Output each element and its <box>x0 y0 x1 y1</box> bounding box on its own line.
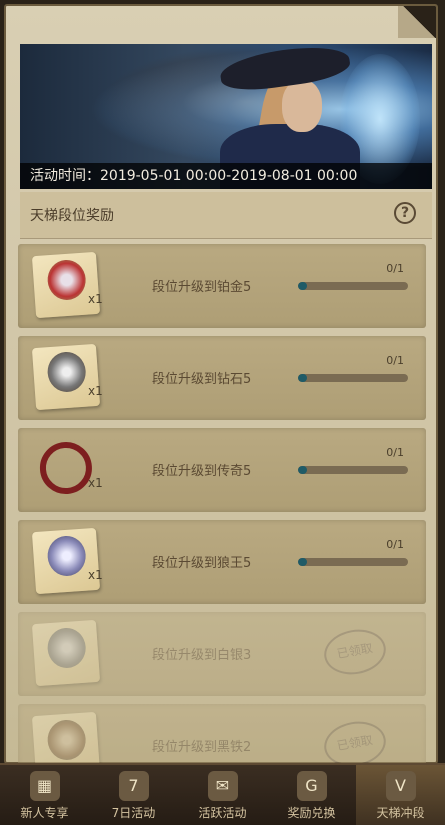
task-label: 段位升级到狼王5 <box>152 556 252 571</box>
exchange-icon: G <box>296 771 327 801</box>
reward-quantity: x1 <box>88 476 103 490</box>
iron-avatar-icon <box>46 718 87 762</box>
task-label: 段位升级到传奇5 <box>152 464 252 479</box>
task-progress-fill <box>298 374 307 382</box>
nav-tab-newcomer[interactable]: ▦ 新人专享 <box>0 765 89 825</box>
bottom-nav: ▦ 新人专享 7 7日活动 ✉ 活跃活动 G 奖励兑换 V 天梯冲段 <box>0 763 445 825</box>
section-title: 天梯段位奖励 <box>30 208 114 224</box>
nav-tab-exchange[interactable]: G 奖励兑换 <box>267 765 356 825</box>
nav-tab-label: 7日活动 <box>111 806 156 820</box>
task-label: 段位升级到黑铁2 <box>152 740 252 755</box>
task-progress-text: 0/1 <box>386 262 404 275</box>
nav-tab-ladder[interactable]: V 天梯冲段 <box>356 765 445 825</box>
nav-tab-7day[interactable]: 7 7日活动 <box>89 765 178 825</box>
task-progress-bar <box>298 374 408 382</box>
event-time: 活动时间：2019-05-01 00:00-2019-08-01 00:00 <box>20 163 432 189</box>
reward-scroll-icon <box>31 527 101 595</box>
reward-frame-icon <box>32 436 100 502</box>
nav-tab-label: 奖励兑换 <box>287 806 336 820</box>
task-progress-fill <box>298 466 307 474</box>
ticket-icon: ✉ <box>207 771 238 801</box>
task-progress-bar <box>298 558 408 566</box>
nav-tab-label: 天梯冲段 <box>376 806 425 820</box>
claimed-stamp: 已领取 <box>320 624 390 680</box>
calendar-icon: ▦ <box>29 771 60 801</box>
help-icon[interactable]: ? <box>394 202 416 224</box>
event-banner: 活动时间：2019-05-01 00:00-2019-08-01 00:00 <box>20 44 432 189</box>
task-progress-text: 0/1 <box>386 538 404 551</box>
task-row[interactable]: x1 段位升级到铂金5 0/1 <box>18 244 426 328</box>
ladder-icon: V <box>385 771 416 801</box>
task-label: 段位升级到白银3 <box>152 648 252 663</box>
task-progress-text: 0/1 <box>386 446 404 459</box>
task-progress-bar <box>298 282 408 290</box>
nav-tab-label: 活跃活动 <box>198 806 247 820</box>
task-row-claimed[interactable]: 段位升级到白银3 已领取 <box>18 612 426 696</box>
task-progress-fill <box>298 282 307 290</box>
wolf-king-avatar-icon <box>46 534 87 578</box>
task-progress-text: 0/1 <box>386 354 404 367</box>
nav-tab-label: 新人专享 <box>20 806 69 820</box>
task-label: 段位升级到铂金5 <box>152 280 252 295</box>
reward-scroll-icon <box>31 343 101 411</box>
task-progress-fill <box>298 558 307 566</box>
task-progress-bar <box>298 466 408 474</box>
silver-avatar-icon <box>46 626 87 670</box>
corner-fold-decoration <box>398 6 436 38</box>
reward-quantity: x1 <box>88 384 103 398</box>
seven-day-icon: 7 <box>118 771 149 801</box>
diamond-avatar-icon <box>46 350 87 394</box>
nav-tab-activity[interactable]: ✉ 活跃活动 <box>178 765 267 825</box>
reward-scroll-icon <box>31 619 101 687</box>
banner-character-face <box>282 80 322 132</box>
legend-frame-icon <box>38 440 94 496</box>
task-row[interactable]: x1 段位升级到传奇5 0/1 <box>18 428 426 512</box>
reward-quantity: x1 <box>88 568 103 582</box>
platinum-avatar-icon <box>46 258 87 302</box>
section-header: 天梯段位奖励 ? <box>20 192 432 239</box>
task-row[interactable]: x1 段位升级到狼王5 0/1 <box>18 520 426 604</box>
reward-scroll-icon <box>31 251 101 319</box>
task-row[interactable]: x1 段位升级到钻石5 0/1 <box>18 336 426 420</box>
reward-quantity: x1 <box>88 292 103 306</box>
task-label: 段位升级到钻石5 <box>152 372 252 387</box>
